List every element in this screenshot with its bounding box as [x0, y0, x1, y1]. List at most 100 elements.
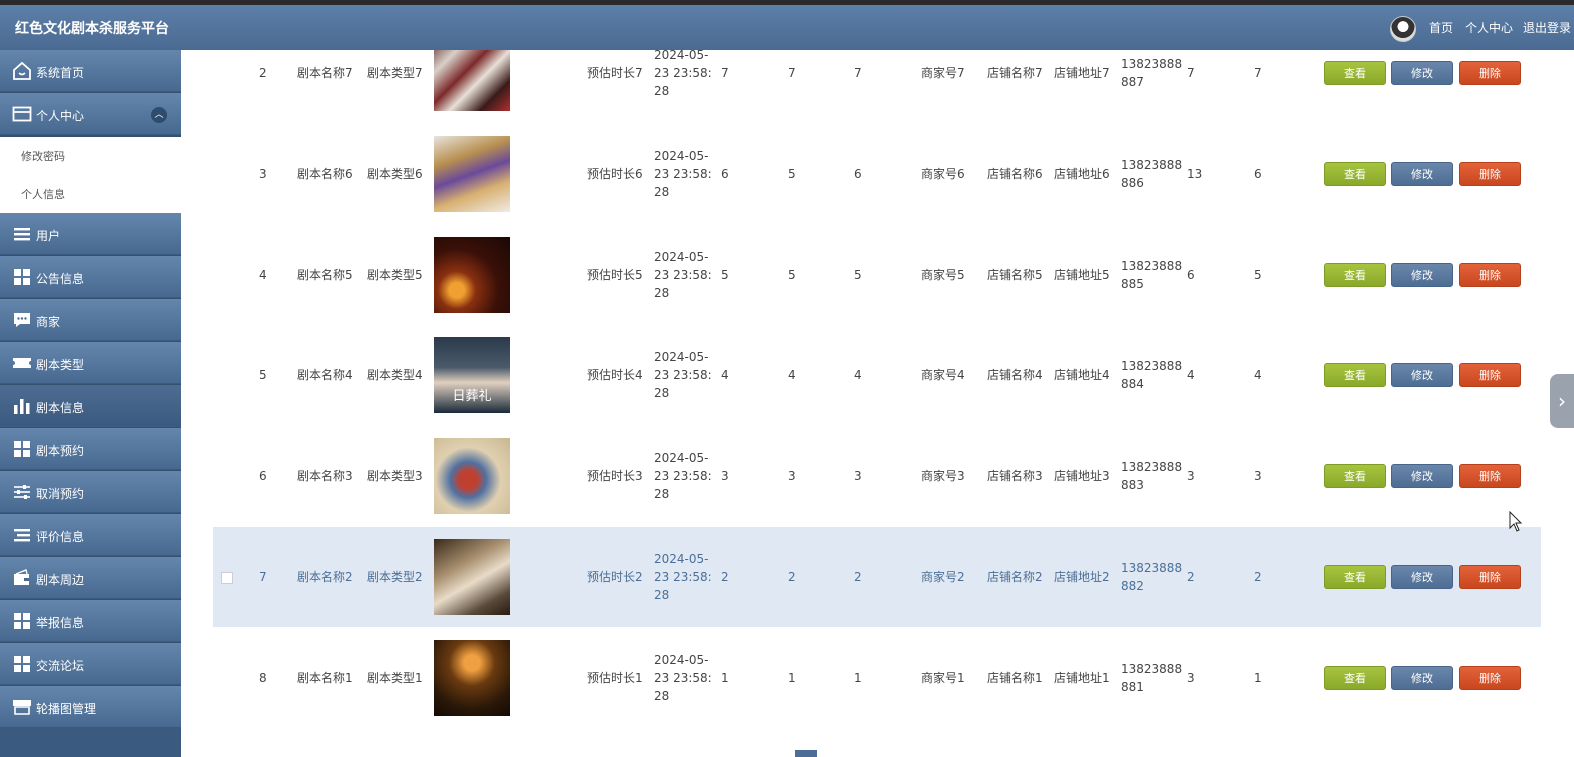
estimated-duration: 预估时长3 — [587, 469, 643, 484]
shop-name: 店铺名称1 — [987, 670, 1043, 685]
sidebar-item-merchants[interactable]: 商家 — [0, 299, 181, 341]
value-e: 3 — [1254, 469, 1262, 484]
view-button[interactable]: 查看 — [1324, 665, 1386, 690]
sidebar-item-personal-center[interactable]: 个人中心 ︿ — [0, 93, 181, 135]
phone: 13823888 881 — [1121, 660, 1182, 696]
sidebar-item-forum[interactable]: 交流论坛 — [0, 643, 181, 685]
view-button[interactable]: 查看 — [1324, 565, 1386, 589]
delete-button[interactable]: 删除 — [1459, 262, 1521, 287]
value-b: 2 — [788, 570, 796, 584]
value-a: 3 — [721, 469, 729, 484]
delete-button[interactable]: 删除 — [1459, 363, 1521, 388]
delete-button[interactable]: 删除 — [1459, 161, 1521, 186]
script-cover-image — [434, 50, 510, 111]
row-index: 2 — [259, 66, 267, 80]
sidebar-item-label: 系统首页 — [36, 66, 85, 80]
created-time: 2024-05- 23 23:58: 28 — [654, 147, 712, 201]
value-a: 1 — [721, 670, 729, 685]
sidebar-item-merchandise[interactable]: 剧本周边 — [0, 557, 181, 599]
script-cover-image: 日葬礼 — [434, 337, 510, 414]
sidebar-item-label: 剧本信息 — [36, 401, 85, 415]
home-icon — [13, 61, 31, 80]
pagination-current-page[interactable] — [795, 750, 817, 757]
delete-button[interactable]: 删除 — [1459, 464, 1521, 489]
created-date-line3: 28 — [654, 84, 670, 98]
sidebar-subitem-change-password[interactable]: 修改密码 — [21, 148, 65, 164]
edit-button[interactable]: 修改 — [1391, 565, 1453, 589]
nav-logout-link[interactable]: 退出登录 — [1523, 19, 1571, 36]
sidebar-subitem-profile[interactable]: 个人信息 — [21, 186, 65, 202]
created-date-line1: 2024-05- — [654, 50, 709, 62]
value-c: 7 — [854, 66, 862, 80]
table-row[interactable]: 4 剧本名称5 剧本类型5 预估时长5 2024-05- 23 23:58: 2… — [213, 225, 1541, 325]
sidebar-item-home[interactable]: 系统首页 — [0, 50, 181, 92]
shop-name: 店铺名称4 — [987, 368, 1043, 383]
sidebar-item-notices[interactable]: 公告信息 — [0, 256, 181, 298]
submenu-personal-center: 修改密码 个人信息 — [0, 137, 181, 214]
value-c: 3 — [854, 469, 862, 484]
value-d: 7 — [1187, 66, 1195, 80]
view-button[interactable]: 查看 — [1324, 464, 1386, 489]
value-b: 5 — [788, 267, 796, 282]
table-row[interactable]: 3 剧本名称6 剧本类型6 预估时长6 2024-05- 23 23:58: 2… — [213, 124, 1541, 224]
edit-button[interactable]: 修改 — [1391, 464, 1453, 489]
delete-button[interactable]: 删除 — [1459, 565, 1521, 589]
table-row[interactable]: 6 剧本名称3 剧本类型3 预估时长3 2024-05- 23 23:58: 2… — [213, 426, 1541, 526]
sidebar-item-script-info[interactable]: 剧本信息 — [0, 385, 181, 427]
phone-line2: 887 — [1121, 75, 1144, 89]
estimated-duration: 预估时长5 — [587, 267, 643, 282]
row-checkbox[interactable] — [221, 572, 233, 584]
edit-button[interactable]: 修改 — [1391, 363, 1453, 388]
created-time: 2024-05- 23 23:58: 28 — [654, 248, 712, 302]
sidebar-item-script-types[interactable]: 剧本类型 — [0, 342, 181, 384]
edit-button[interactable]: 修改 — [1391, 61, 1453, 85]
sidebar-item-carousel[interactable]: 轮播图管理 — [0, 686, 181, 728]
ticket-icon — [13, 358, 31, 368]
user-avatar[interactable] — [1390, 16, 1416, 42]
sidebar-item-label: 剧本类型 — [36, 358, 85, 372]
table-row[interactable]: 2 剧本名称7 剧本类型7 预估时长7 2024-05- 23 23:58: 2… — [213, 50, 1541, 123]
sidebar-item-cancel-booking[interactable]: 取消预约 — [0, 471, 181, 513]
side-panel-toggle[interactable]: › — [1550, 374, 1574, 428]
view-button[interactable]: 查看 — [1324, 161, 1386, 186]
sidebar-item-script-booking[interactable]: 剧本预约 — [0, 428, 181, 470]
chevron-right-icon: › — [1558, 389, 1566, 413]
view-button[interactable]: 查看 — [1324, 61, 1386, 85]
created-date-line2: 23 23:58: — [654, 570, 712, 584]
shop-name: 店铺名称3 — [987, 469, 1043, 484]
value-d: 3 — [1187, 469, 1195, 484]
view-button[interactable]: 查看 — [1324, 262, 1386, 287]
sidebar-item-reports[interactable]: 举报信息 — [0, 600, 181, 642]
sidebar-item-label: 用户 — [36, 229, 61, 243]
table-row[interactable]: 8 剧本名称1 剧本类型1 预估时长1 2024-05- 23 23:58: 2… — [213, 628, 1541, 728]
edit-button[interactable]: 修改 — [1391, 161, 1453, 186]
table-row[interactable]: 5 剧本名称4 剧本类型4 日葬礼 预估时长4 2024-05- 23 23:5… — [213, 325, 1541, 425]
chevron-up-icon[interactable]: ︿ — [151, 107, 167, 123]
delete-button[interactable]: 删除 — [1459, 61, 1521, 85]
created-time: 2024-05- 23 23:58: 28 — [654, 550, 712, 604]
value-d: 3 — [1187, 670, 1195, 685]
sidebar-item-reviews[interactable]: 评价信息 — [0, 514, 181, 556]
phone: 13823888 886 — [1121, 156, 1182, 192]
nav-home-link[interactable]: 首页 — [1429, 19, 1453, 36]
edit-button[interactable]: 修改 — [1391, 262, 1453, 287]
phone: 13823888 887 — [1121, 55, 1182, 91]
nav-profile-link[interactable]: 个人中心 — [1465, 19, 1513, 36]
app-title: 红色文化剧本杀服务平台 — [15, 21, 169, 37]
mouse-cursor-icon — [1509, 511, 1523, 532]
merchant-id: 商家号3 — [921, 469, 965, 484]
script-type: 剧本类型2 — [367, 570, 423, 584]
sidebar-item-users[interactable]: 用户 — [0, 213, 181, 255]
edit-button[interactable]: 修改 — [1391, 665, 1453, 690]
value-c: 4 — [854, 368, 862, 383]
value-b: 3 — [788, 469, 796, 484]
merchant-id: 商家号2 — [921, 570, 965, 584]
script-name: 剧本名称1 — [297, 670, 353, 685]
estimated-duration: 预估时长6 — [587, 166, 643, 181]
delete-button[interactable]: 删除 — [1459, 665, 1521, 690]
table-row[interactable]: 7 剧本名称2 剧本类型2 预估时长2 2024-05- 23 23:58: 2… — [213, 527, 1541, 627]
shop-address: 店铺地址1 — [1054, 670, 1110, 685]
view-button[interactable]: 查看 — [1324, 363, 1386, 388]
sidebar-footer — [0, 727, 181, 757]
phone-line2: 885 — [1121, 276, 1144, 291]
